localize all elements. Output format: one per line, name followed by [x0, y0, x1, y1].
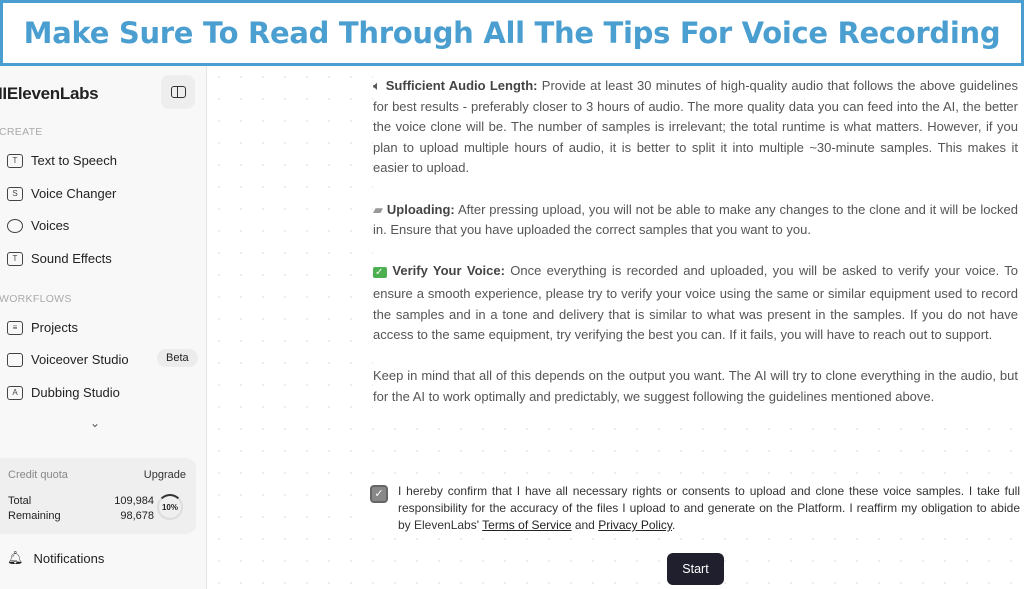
section-create: CREATE — [0, 126, 43, 138]
paragraph-note: Keep in mind that all of this depends on… — [373, 368, 1018, 404]
sidebar-item-sound-effects[interactable]: T Sound Effects — [7, 251, 112, 266]
sidebar-item-label: Notifications — [33, 550, 105, 566]
text-to-speech-icon: T — [7, 153, 23, 168]
sidebar: IIElevenLabs CREATE T Text to Speech S Voi… — [0, 66, 207, 589]
terms-link[interactable]: Terms of Service — [482, 518, 571, 532]
paragraph-uploading: ▰ Uploading: After pressing upload, you … — [373, 200, 1018, 241]
sidebar-item-label: Voices — [31, 218, 70, 233]
consent-text: I hereby confirm that I have all necessa… — [398, 483, 1020, 534]
consent-checkbox[interactable]: ✓ — [370, 485, 388, 503]
remaining-value: 98,678 — [120, 510, 154, 522]
voices-icon — [7, 218, 23, 233]
sound-effects-icon: T — [7, 251, 23, 266]
total-value: 109,984 — [114, 495, 154, 507]
consent-and: and — [571, 518, 599, 532]
consent-period: . — [672, 518, 676, 532]
chevron-down-icon[interactable]: ⌄ — [90, 416, 100, 430]
quota-progress-ring: 10% — [157, 494, 183, 520]
sidebar-toggle-icon — [170, 86, 186, 98]
sidebar-item-label: Voice Changer — [31, 186, 117, 201]
paragraph-body: After pressing upload, you will not be a… — [373, 201, 1018, 238]
section-workflows: WORKFLOWS — [0, 293, 72, 305]
upgrade-button[interactable]: Upgrade — [144, 469, 186, 481]
remaining-label: Remaining — [8, 510, 61, 522]
paragraph-title: Verify Your Voice: — [392, 263, 505, 279]
voice-changer-icon: S — [7, 186, 23, 201]
sidebar-item-text-to-speech[interactable]: T Text to Speech — [7, 153, 117, 168]
sidebar-toggle-button[interactable] — [161, 75, 195, 109]
sidebar-item-label: Voiceover Studio — [31, 352, 129, 367]
beta-badge: Beta — [157, 349, 198, 367]
folder-icon: ▰ — [373, 201, 383, 217]
sidebar-item-voiceover-studio[interactable]: Voiceover Studio Beta — [7, 349, 198, 367]
logo: IIElevenLabs — [0, 84, 99, 103]
sidebar-item-label: Dubbing Studio — [31, 385, 120, 400]
sidebar-item-notifications[interactable]: 🔔︎ Notifications — [7, 550, 104, 566]
total-label: Total — [8, 495, 32, 507]
sidebar-item-projects[interactable]: ≡ Projects — [7, 320, 78, 335]
quota-title: Credit quota — [8, 469, 68, 481]
credit-quota: Credit quota Upgrade Total 109,984 Remai… — [0, 458, 196, 534]
paragraph-verify: ✓ Verify Your Voice: Once everything is … — [373, 261, 1018, 345]
paragraph-title: Uploading: — [386, 201, 455, 217]
banner-title: Make Sure To Read Through All The Tips F… — [23, 16, 1001, 50]
guidelines-text: 🔈︎ Sufficient Audio Length: Provide at l… — [373, 76, 1018, 429]
paragraph-audio-length: 🔈︎ Sufficient Audio Length: Provide at l… — [373, 76, 1018, 179]
sidebar-item-label: Sound Effects — [31, 251, 112, 266]
speaker-icon: 🔈︎ — [373, 78, 382, 93]
main-content: 🔈︎ Sufficient Audio Length: Provide at l… — [208, 66, 1024, 589]
privacy-link[interactable]: Privacy Policy — [598, 518, 672, 532]
sidebar-item-dubbing-studio[interactable]: A Dubbing Studio — [7, 385, 120, 400]
sidebar-item-label: Text to Speech — [31, 153, 117, 168]
bell-icon: 🔔︎ — [7, 550, 24, 565]
sidebar-item-voices[interactable]: Voices — [7, 218, 69, 233]
banner: Make Sure To Read Through All The Tips F… — [0, 0, 1024, 66]
sidebar-item-voice-changer[interactable]: S Voice Changer — [7, 186, 116, 201]
dubbing-studio-icon: A — [7, 385, 23, 400]
projects-icon: ≡ — [7, 320, 23, 335]
sidebar-item-label: Projects — [31, 320, 78, 335]
start-button[interactable]: Start — [667, 553, 724, 585]
consent-row: ✓ I hereby confirm that I have all neces… — [370, 483, 1020, 534]
voiceover-studio-icon — [7, 352, 23, 367]
check-mark-icon: ✓ — [373, 267, 388, 279]
paragraph-title: Sufficient Audio Length: — [385, 78, 538, 93]
